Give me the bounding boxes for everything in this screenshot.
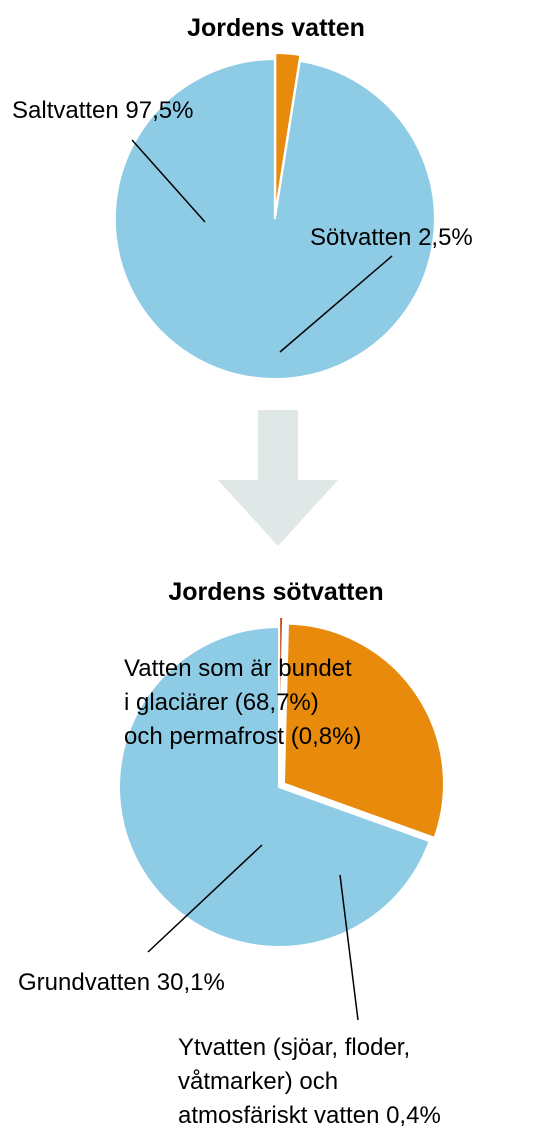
chart-1-title: Jordens vatten xyxy=(187,14,365,42)
chart-canvas: Jordens vatten Saltvatten 97,5% Sötvatte… xyxy=(12,14,473,1129)
down-arrow xyxy=(218,410,338,546)
slice-label-ytvatten: Ytvatten (sjöar, floder, våtmarker) och … xyxy=(178,1034,441,1129)
chart-2-title: Jordens sötvatten xyxy=(168,578,383,606)
slice-label-sotvatten: Sötvatten 2,5% xyxy=(310,224,473,251)
slice-label-grundvatten: Grundvatten 30,1% xyxy=(18,969,225,996)
slice-label-saltvatten: Saltvatten 97,5% xyxy=(12,97,193,124)
